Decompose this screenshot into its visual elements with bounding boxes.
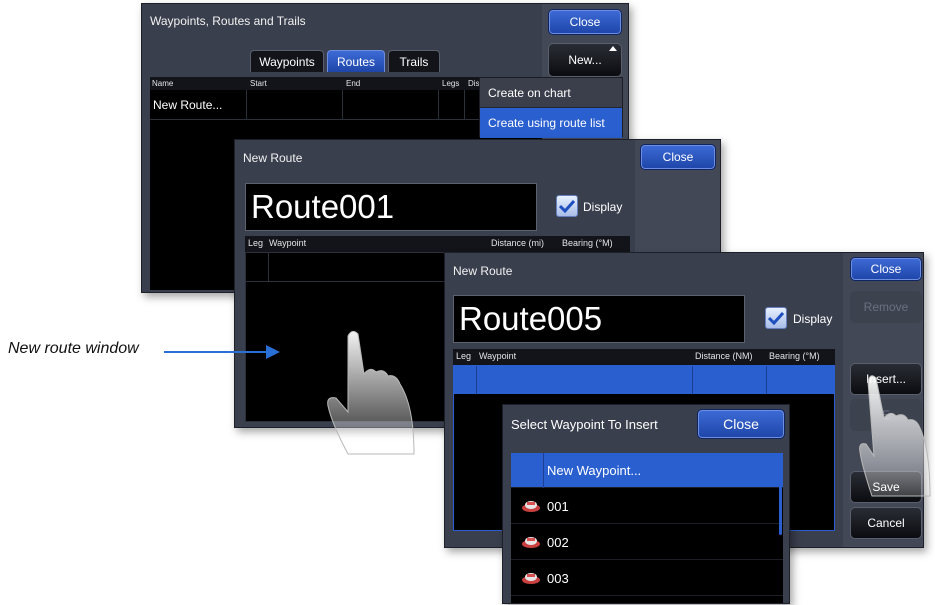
display-checkbox[interactable] [556,195,578,217]
col-name: Name [152,79,174,88]
col-distance: Distance (NM) [695,351,753,361]
menu-item-create-on-chart[interactable]: Create on chart [480,78,622,108]
dropdown-caret-icon [609,46,617,51]
pointing-hand-icon [859,375,931,497]
list-item-label: New Waypoint... [547,462,642,478]
arrow-head-icon [266,345,280,359]
close-button[interactable]: Close [697,409,785,439]
waypoint-icon [521,535,541,549]
list-item-new-waypoint[interactable]: New Waypoint... [511,453,783,488]
legs-table-header: Leg Waypoint Distance (NM) Bearing (°M) [453,349,835,365]
col-leg: Leg [248,238,264,248]
waypoint-list: New Waypoint... 001 002 003 [511,453,783,603]
row-name: New Route... [153,98,223,112]
scrollbar[interactable] [779,455,782,535]
close-button[interactable]: Close [850,257,922,281]
tab-trails[interactable]: Trails [388,50,440,72]
window-title: New Route [453,264,513,278]
col-leg: Leg [456,351,472,361]
waypoint-icon [521,571,541,585]
list-item-label: 003 [547,570,569,586]
legs-table-header: Leg Waypoint Distance (mi) Bearing (°M) [245,236,630,252]
display-label: Display [583,200,623,214]
col-bearing: Bearing (°M) [562,238,613,248]
route-name-field[interactable]: Route005 [453,295,745,343]
tab-routes[interactable]: Routes [327,50,385,72]
list-item-label: 001 [547,498,569,514]
col-waypoint: Waypoint [269,238,307,248]
list-item[interactable]: 001 [511,489,783,524]
select-waypoint-dialog: Select Waypoint To Insert Close New Wayp… [502,404,790,604]
close-button[interactable]: Close [640,144,716,170]
annotation-arrow [164,351,276,353]
col-legs: Legs [442,79,460,88]
checkmark-icon [559,199,575,213]
dialog-title: Select Waypoint To Insert [511,417,658,432]
col-start: Start [250,79,267,88]
new-dropdown-menu: Create on chart Create using route list [479,77,623,138]
waypoint-icon [521,499,541,513]
pointing-hand-icon [327,330,415,455]
col-distance: Dis [468,79,480,88]
display-checkbox[interactable] [765,307,787,329]
annotation-label: New route window [8,340,139,357]
tab-waypoints[interactable]: Waypoints [250,50,324,72]
list-item[interactable]: 002 [511,525,783,560]
list-item[interactable]: 003 [511,561,783,596]
col-distance: Distance (mi) [491,238,545,248]
cancel-button[interactable]: Cancel [850,507,922,539]
menu-item-create-using-route-list[interactable]: Create using route list [480,108,622,138]
route-name-field[interactable]: Route001 [245,183,537,231]
col-waypoint: Waypoint [479,351,517,361]
window-title: Waypoints, Routes and Trails [150,14,306,28]
list-item-label: 002 [547,534,569,550]
checkmark-icon [768,311,784,325]
col-end: End [346,79,361,88]
new-button[interactable]: New... [548,43,622,77]
table-row-selected[interactable] [454,366,834,394]
display-label: Display [793,312,833,326]
new-button-label: New... [568,53,602,67]
close-button[interactable]: Close [548,9,622,35]
window-title: New Route [243,151,303,165]
remove-button[interactable]: Remove [850,291,922,323]
col-bearing: Bearing (°M) [769,351,820,361]
